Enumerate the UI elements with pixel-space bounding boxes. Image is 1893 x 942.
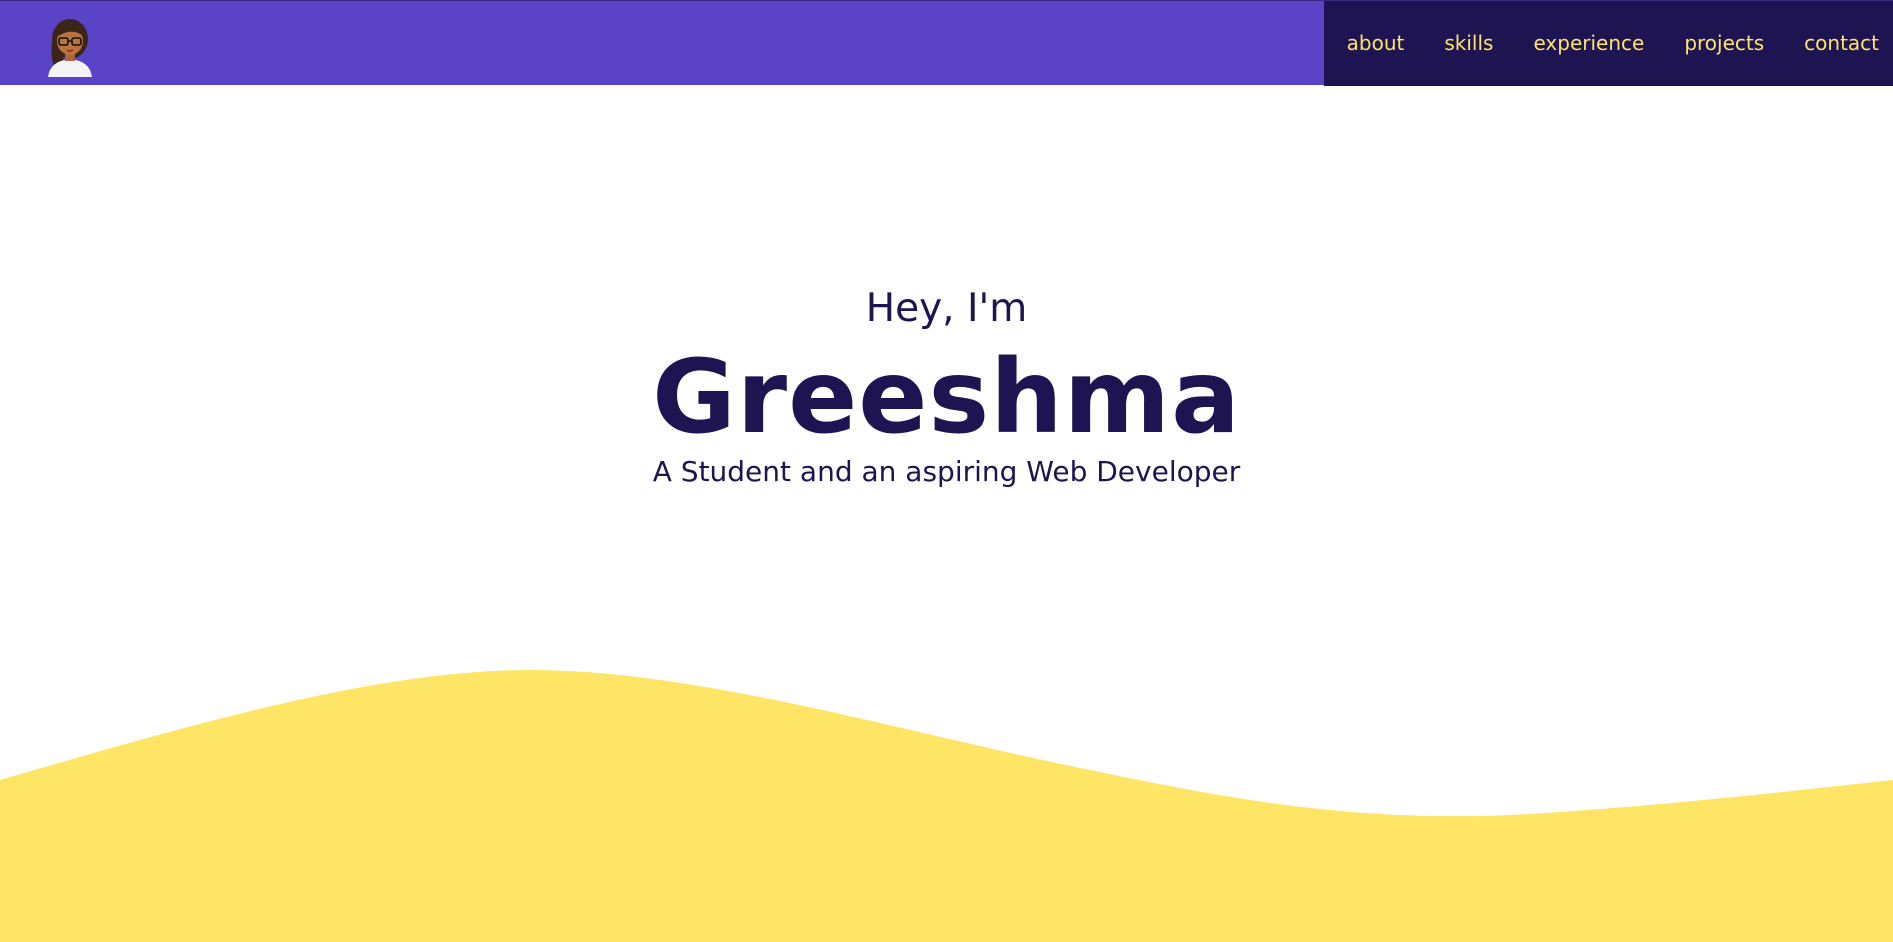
hero-greeting: Hey, I'm	[865, 286, 1028, 331]
nav-menu: about skills experience projects contact	[1324, 1, 1893, 86]
logo-avatar-link[interactable]	[40, 11, 100, 77]
avatar-icon	[48, 19, 92, 77]
page: about skills experience projects contact…	[0, 0, 1893, 942]
nav-link-experience[interactable]: experience	[1513, 1, 1664, 86]
nav-link-projects[interactable]: projects	[1664, 1, 1784, 86]
hero-name: Greeshma	[652, 338, 1241, 457]
navbar: about skills experience projects contact	[0, 0, 1893, 86]
nav-link-skills[interactable]: skills	[1424, 1, 1513, 86]
yellow-wave-decoration	[0, 670, 1893, 942]
nav-link-contact[interactable]: contact	[1784, 1, 1879, 86]
hero-tagline: A Student and an aspiring Web Developer	[652, 455, 1241, 488]
nav-link-about[interactable]: about	[1327, 1, 1425, 86]
